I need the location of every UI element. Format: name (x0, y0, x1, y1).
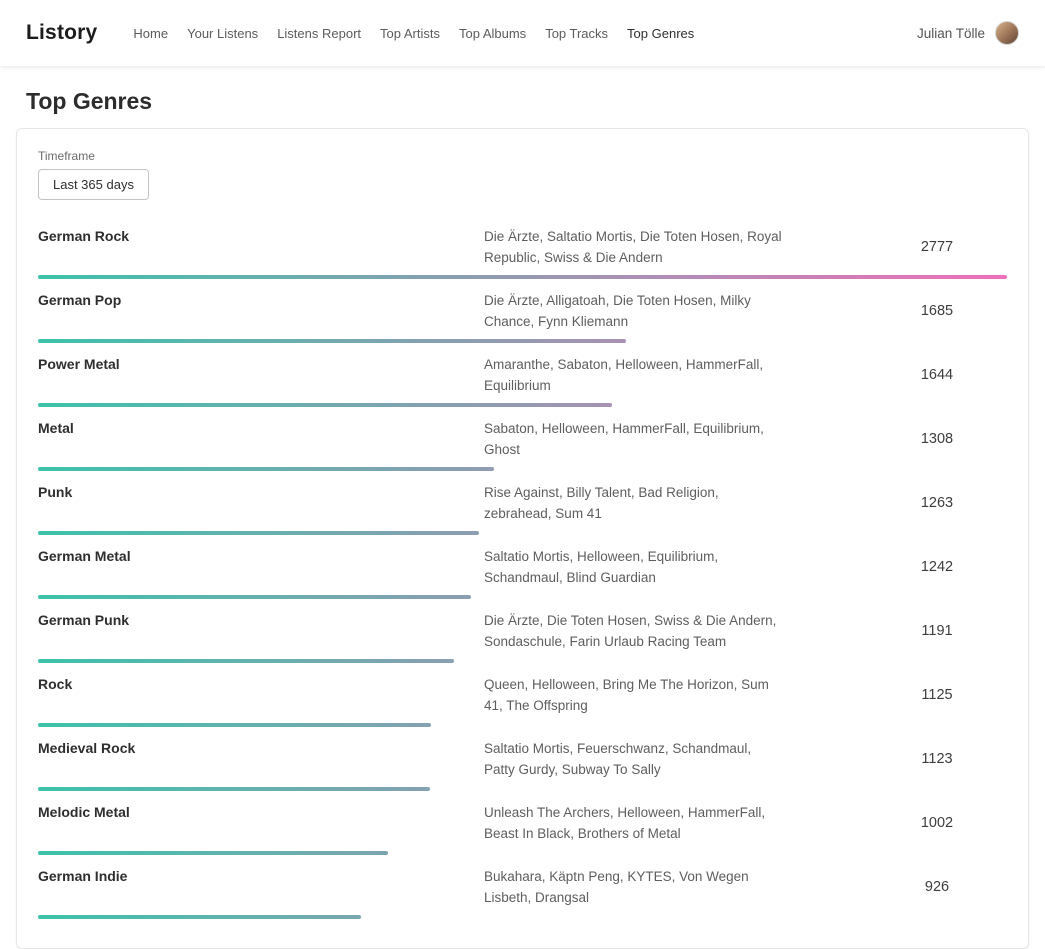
genre-name: Metal (38, 418, 484, 436)
genre-name: Melodic Metal (38, 802, 484, 820)
nav-item-top-albums[interactable]: Top Albums (459, 26, 526, 41)
genre-count: 1308 (867, 431, 1007, 447)
nav-item-listens-report[interactable]: Listens Report (277, 26, 361, 41)
genre-bar-track (38, 787, 1007, 791)
nav-item-top-tracks[interactable]: Top Tracks (545, 26, 608, 41)
genre-artists: Sabaton, Helloween, HammerFall, Equilibr… (484, 418, 784, 460)
genre-count: 1644 (867, 367, 1007, 383)
genre-artists: Saltatio Mortis, Helloween, Equilibrium,… (484, 546, 784, 588)
user-avatar[interactable] (995, 21, 1019, 45)
genre-row: Metal Sabaton, Helloween, HammerFall, Eq… (38, 418, 1007, 471)
genre-artists: Unleash The Archers, Helloween, HammerFa… (484, 802, 784, 844)
nav-item-your-listens[interactable]: Your Listens (187, 26, 258, 41)
user-area: Julian Tölle (917, 21, 1019, 45)
genre-bar-track (38, 851, 1007, 855)
genre-artists: Die Ärzte, Alligatoah, Die Toten Hosen, … (484, 290, 784, 332)
genre-artists: Rise Against, Billy Talent, Bad Religion… (484, 482, 784, 524)
app-bar: Listory Home Your Listens Listens Report… (0, 0, 1045, 66)
genre-bar (38, 275, 1007, 279)
nav-item-top-genres[interactable]: Top Genres (627, 26, 694, 41)
genre-row: Rock Queen, Helloween, Bring Me The Hori… (38, 674, 1007, 727)
genre-count: 1002 (867, 815, 1007, 831)
genre-bar (38, 531, 479, 535)
genre-name: Medieval Rock (38, 738, 484, 756)
genre-name: Power Metal (38, 354, 484, 372)
genre-artists: Amaranthe, Sabaton, Helloween, HammerFal… (484, 354, 784, 396)
genre-list: German Rock Die Ärzte, Saltatio Mortis, … (38, 226, 1007, 919)
genre-bar (38, 659, 454, 663)
genre-bar (38, 787, 430, 791)
genre-row: Medieval Rock Saltatio Mortis, Feuerschw… (38, 738, 1007, 791)
genre-name: German Rock (38, 226, 484, 244)
genre-row: Punk Rise Against, Billy Talent, Bad Rel… (38, 482, 1007, 535)
genre-artists: Saltatio Mortis, Feuerschwanz, Schandmau… (484, 738, 784, 780)
genre-bar (38, 339, 626, 343)
genre-artists: Die Ärzte, Die Toten Hosen, Swiss & Die … (484, 610, 784, 652)
genre-count: 1191 (867, 623, 1007, 639)
genre-name: German Pop (38, 290, 484, 308)
top-genres-card: Timeframe Last 365 days German Rock Die … (16, 128, 1029, 949)
genre-name: German Indie (38, 866, 484, 884)
user-name[interactable]: Julian Tölle (917, 26, 985, 41)
genre-bar-track (38, 531, 1007, 535)
genre-count: 1685 (867, 303, 1007, 319)
genre-bar (38, 851, 388, 855)
genre-row: German Indie Bukahara, Käptn Peng, KYTES… (38, 866, 1007, 919)
page-title: Top Genres (26, 88, 1045, 115)
genre-bar-track (38, 339, 1007, 343)
genre-name: Punk (38, 482, 484, 500)
main-nav: Home Your Listens Listens Report Top Art… (133, 26, 694, 41)
genre-bar (38, 595, 471, 599)
genre-count: 1263 (867, 495, 1007, 511)
genre-bar-track (38, 467, 1007, 471)
genre-artists: Queen, Helloween, Bring Me The Horizon, … (484, 674, 784, 716)
genre-count: 2777 (867, 239, 1007, 255)
genre-row: Melodic Metal Unleash The Archers, Hello… (38, 802, 1007, 855)
genre-bar (38, 723, 431, 727)
genre-row: German Pop Die Ärzte, Alligatoah, Die To… (38, 290, 1007, 343)
genre-bar (38, 467, 494, 471)
genre-row: German Metal Saltatio Mortis, Helloween,… (38, 546, 1007, 599)
genre-count: 1125 (867, 687, 1007, 703)
genre-bar-track (38, 403, 1007, 407)
genre-bar-track (38, 595, 1007, 599)
genre-count: 926 (867, 879, 1007, 895)
timeframe-label: Timeframe (38, 149, 1007, 163)
genre-name: German Metal (38, 546, 484, 564)
genre-count: 1242 (867, 559, 1007, 575)
genre-artists: Die Ärzte, Saltatio Mortis, Die Toten Ho… (484, 226, 784, 268)
genre-name: German Punk (38, 610, 484, 628)
genre-count: 1123 (867, 751, 1007, 767)
genre-bar-track (38, 275, 1007, 279)
app-logo[interactable]: Listory (26, 21, 97, 45)
nav-item-top-artists[interactable]: Top Artists (380, 26, 440, 41)
genre-row: German Rock Die Ärzte, Saltatio Mortis, … (38, 226, 1007, 279)
genre-artists: Bukahara, Käptn Peng, KYTES, Von Wegen L… (484, 866, 784, 908)
genre-name: Rock (38, 674, 484, 692)
genre-bar (38, 915, 361, 919)
genre-row: German Punk Die Ärzte, Die Toten Hosen, … (38, 610, 1007, 663)
timeframe-select[interactable]: Last 365 days (38, 169, 149, 200)
genre-bar-track (38, 723, 1007, 727)
genre-bar-track (38, 659, 1007, 663)
genre-bar (38, 403, 612, 407)
genre-bar-track (38, 915, 1007, 919)
nav-item-home[interactable]: Home (133, 26, 168, 41)
genre-row: Power Metal Amaranthe, Sabaton, Hellowee… (38, 354, 1007, 407)
